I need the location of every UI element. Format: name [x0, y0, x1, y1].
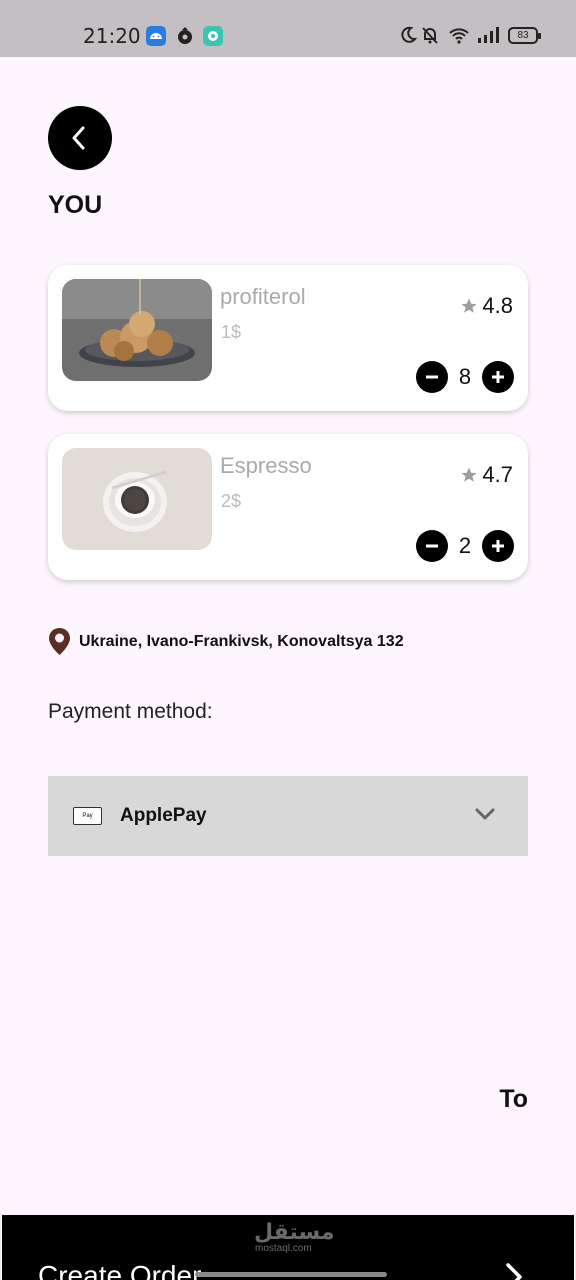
wifi-icon	[449, 28, 469, 44]
apple-pay-icon: Pay	[73, 807, 102, 825]
home-indicator[interactable]	[195, 1272, 387, 1277]
chat-notification-icon	[203, 26, 223, 46]
plus-icon	[492, 371, 504, 383]
minus-icon	[426, 544, 438, 548]
moon-icon	[401, 26, 417, 43]
product-rating: 4.8	[460, 293, 513, 319]
payment-method-value: ApplePay	[120, 805, 207, 826]
android-notification-icon	[146, 26, 166, 46]
battery-icon: 83	[508, 27, 541, 44]
product-price: 1$	[221, 322, 242, 342]
cart-item: Espresso 2$ 4.7 2	[48, 434, 528, 580]
delivery-address: Ukraine, Ivano-Frankivsk, Konovaltsya 13…	[48, 627, 404, 656]
product-price: 2$	[221, 491, 242, 511]
product-image-profiterole	[62, 279, 212, 381]
product-name: Espresso	[220, 453, 312, 478]
product-rating: 4.7	[460, 462, 513, 488]
create-order-label: Create Order	[38, 1260, 202, 1280]
back-button[interactable]	[48, 106, 112, 170]
page-title: YOU	[48, 191, 103, 219]
app-notification-icon	[175, 26, 195, 46]
quantity-value: 2	[458, 533, 472, 558]
increase-quantity-button[interactable]	[482, 530, 514, 562]
status-bar: 21:20 83	[0, 0, 576, 57]
create-order-button[interactable]: مستقل mostaql.com Create Order	[0, 1215, 576, 1280]
rating-value: 4.8	[482, 293, 513, 318]
rating-value: 4.7	[482, 462, 513, 487]
total-label: To	[499, 1085, 528, 1113]
increase-quantity-button[interactable]	[482, 361, 514, 393]
product-name: profiterol	[220, 284, 306, 309]
decrease-quantity-button[interactable]	[416, 530, 448, 562]
chevron-left-icon	[72, 126, 85, 150]
watermark-logo: مستقل	[254, 1220, 335, 1245]
star-icon	[461, 467, 477, 482]
decrease-quantity-button[interactable]	[416, 361, 448, 393]
chevron-right-icon	[506, 1263, 522, 1280]
product-image-espresso	[62, 448, 212, 550]
watermark-url: mostaql.com	[255, 1243, 312, 1254]
mute-bell-icon	[422, 27, 438, 44]
quantity-stepper: 8	[416, 361, 514, 393]
payment-method-label: Payment method:	[48, 700, 213, 723]
chevron-down-icon	[475, 808, 495, 820]
quantity-stepper: 2	[416, 530, 514, 562]
minus-icon	[426, 375, 438, 379]
plus-icon	[492, 540, 504, 552]
address-text: Ukraine, Ivano-Frankivsk, Konovaltsya 13…	[79, 632, 404, 650]
payment-method-dropdown[interactable]: Pay ApplePay	[48, 776, 528, 856]
star-icon	[461, 298, 477, 313]
signal-icon	[478, 27, 499, 43]
location-pin-icon	[49, 628, 70, 655]
quantity-value: 8	[458, 364, 472, 389]
status-time: 21:20	[83, 24, 141, 48]
cart-item: profiterol 1$ 4.8 8	[48, 265, 528, 411]
